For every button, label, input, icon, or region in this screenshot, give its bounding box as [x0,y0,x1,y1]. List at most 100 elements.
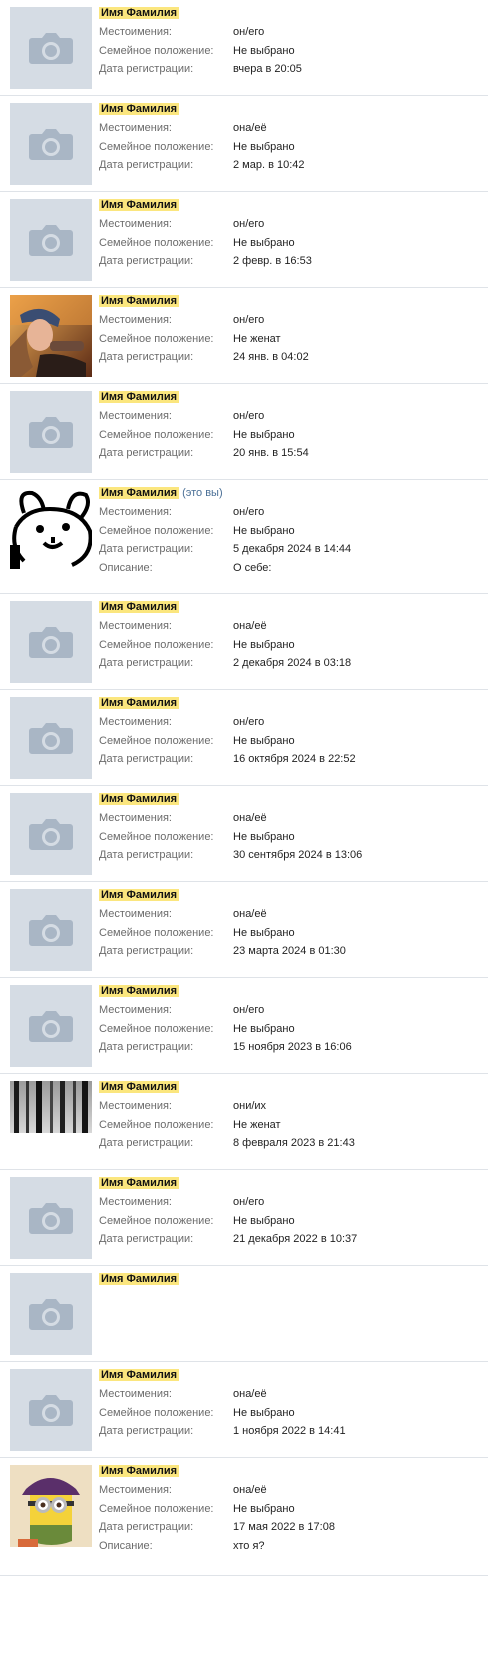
user-info: Имя Фамилия Местоимения: он/его Семейное по… [99,5,480,79]
field-label: Дата регистрации: [99,753,194,765]
camera-icon [10,199,92,281]
field-value: он/его [233,314,265,326]
field-label: Семейное положение: [99,332,214,345]
field-label: Дата регистрации: [99,159,194,171]
user-name-link[interactable]: Имя Фамилия [99,487,180,499]
user-name-link[interactable]: Имя Фамилия [99,697,180,709]
field-label: Семейное положение: [99,734,214,747]
pronouns-field: Местоимения: они/их [99,1097,480,1116]
user-info: Имя Фамилия Местоимения: он/его Семейное по… [99,1175,480,1249]
field-label: Семейное положение: [99,1022,214,1035]
field-value: 30 сентября 2024 в 13:06 [233,849,363,861]
avatar[interactable] [10,1081,92,1163]
field-value: Не выбрано [233,44,295,57]
avatar[interactable] [10,295,92,377]
name-line: Имя Фамилия [99,695,480,713]
pronouns-field: Местоимения: она/её [99,905,480,924]
user-name-link[interactable]: Имя Фамилия [99,1465,180,1477]
avatar[interactable] [10,1465,92,1547]
name-line: Имя Фамилия [99,5,480,23]
user-name-link[interactable]: Имя Фамилия [99,889,180,901]
pronouns-field: Местоимения: она/её [99,1385,480,1404]
user-row: Имя Фамилия Местоимения: он/его Семейное по… [0,192,488,288]
avatar[interactable] [10,7,92,89]
avatar[interactable] [10,793,92,875]
user-name-link[interactable]: Имя Фамилия [99,391,180,403]
user-name-link[interactable]: Имя Фамилия [99,1081,180,1093]
field-label: Дата регистрации: [99,351,194,363]
pronouns-field: Местоимения: он/его [99,1001,480,1020]
user-info: Имя Фамилия Местоимения: она/её Семейное по… [99,599,480,673]
field-value: 16 октября 2024 в 22:52 [233,753,356,765]
avatar[interactable] [10,103,92,185]
pronouns-field: Местоимения: она/её [99,617,480,636]
avatar[interactable] [10,889,92,971]
avatar[interactable] [10,985,92,1067]
field-label: Местоимения: [99,410,172,422]
registration-date-field: Дата регистрации: 2 мар. в 10:42 [99,156,480,175]
user-info: Имя Фамилия Местоимения: она/её Семейное по… [99,101,480,175]
registration-date-field: Дата регистрации: 30 сентября 2024 в 13:0… [99,846,480,865]
registration-date-field: Дата регистрации: 23 марта 2024 в 01:30 [99,942,480,961]
avatar[interactable] [10,601,92,683]
avatar[interactable] [10,697,92,779]
field-label: Семейное положение: [99,1214,214,1227]
user-info: Имя Фамилия Местоимения: он/его Семейное по… [99,293,480,367]
user-name-link[interactable]: Имя Фамилия [99,7,180,19]
relationship-status-field: Семейное положение: Не женат [99,330,480,349]
field-value: она/её [233,620,267,632]
relationship-status-field: Семейное положение: Не выбрано [99,636,480,655]
registration-date-field: Дата регистрации: 1 ноября 2022 в 14:41 [99,1422,480,1441]
user-name-link[interactable]: Имя Фамилия [99,601,180,613]
registration-date-field: Дата регистрации: 8 февраля 2023 в 21:43 [99,1134,480,1153]
avatar[interactable] [10,1369,92,1451]
user-info: Имя Фамилия Местоимения: она/её Семейное по… [99,1367,480,1441]
you-badge: (это вы) [182,487,223,499]
field-value: 21 декабря 2022 в 10:37 [233,1233,358,1245]
avatar[interactable] [10,1273,92,1355]
user-name-link[interactable]: Имя Фамилия [99,199,180,211]
user-name-link[interactable]: Имя Фамилия [99,1273,180,1285]
field-label: Дата регистрации: [99,1041,194,1053]
user-name-link[interactable]: Имя Фамилия [99,793,180,805]
relationship-status-field: Семейное положение: Не женат [99,1116,480,1135]
field-value: он/его [233,1196,265,1208]
camera-icon [10,985,92,1067]
name-line: Имя Фамилия [99,599,480,617]
field-label: Описание: [99,561,153,574]
field-label: Семейное положение: [99,428,214,441]
avatar[interactable] [10,199,92,281]
pronouns-field: Местоимения: он/его [99,713,480,732]
field-value: 2 мар. в 10:42 [233,159,305,171]
user-row: Имя Фамилия Местоимения: он/его Семейное по… [0,690,488,786]
registration-date-field: Дата регистрации: 24 янв. в 04:02 [99,348,480,367]
user-name-link[interactable]: Имя Фамилия [99,295,180,307]
field-label: Дата регистрации: [99,945,194,957]
field-label: Семейное положение: [99,926,214,939]
relationship-status-field: Семейное положение: Не выбрано [99,1020,480,1039]
user-name-link[interactable]: Имя Фамилия [99,103,180,115]
field-value: она/её [233,812,267,824]
avatar[interactable] [10,391,92,473]
user-row: Имя Фамилия Местоимения: она/её Семейное по… [0,1362,488,1458]
field-label: Дата регистрации: [99,1137,194,1149]
avatar-image [10,1465,92,1547]
pronouns-field: Местоимения: он/его [99,215,480,234]
name-line: Имя Фамилия [99,197,480,215]
field-value: Не выбрано [233,1022,295,1035]
field-label: Местоимения: [99,218,172,230]
user-row: Имя Фамилия Местоимения: он/его Семейное по… [0,1170,488,1266]
user-name-link[interactable]: Имя Фамилия [99,1177,180,1189]
user-row: Имя Фамилия Местоимения: она/её Семейное по… [0,96,488,192]
avatar[interactable] [10,1177,92,1259]
user-name-link[interactable]: Имя Фамилия [99,985,180,997]
avatar[interactable] [10,487,92,569]
field-label: Местоимения: [99,26,172,38]
field-label: Местоимения: [99,314,172,326]
field-label: Дата регистрации: [99,255,194,267]
field-value: Не женат [233,1118,281,1131]
user-name-link[interactable]: Имя Фамилия [99,1369,180,1381]
camera-icon [10,1273,92,1355]
field-label: Дата регистрации: [99,1233,194,1245]
field-value: Не выбрано [233,428,295,441]
